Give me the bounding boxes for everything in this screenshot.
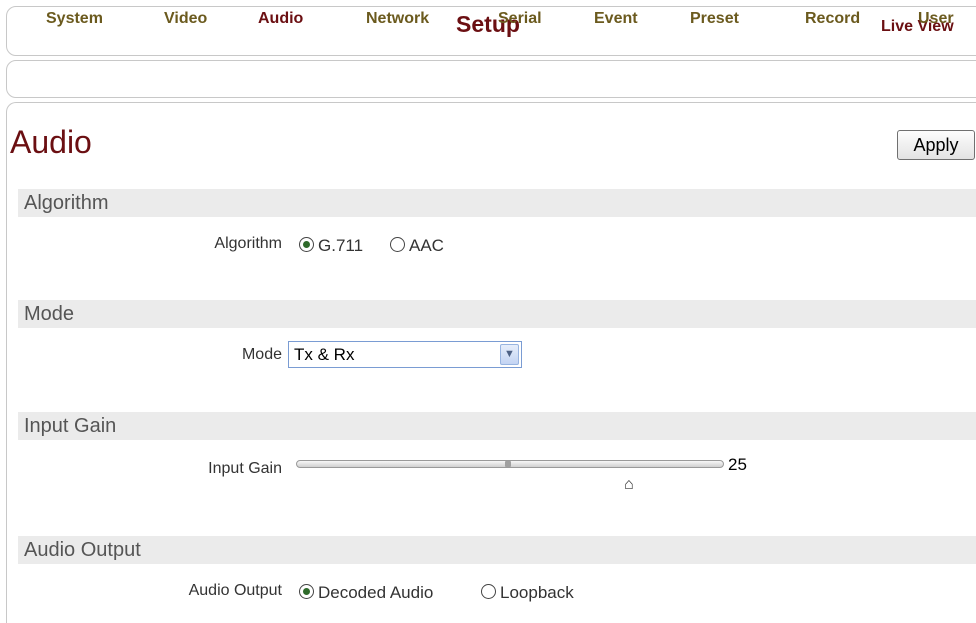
apply-button[interactable]: Apply [897,130,975,160]
radio-g711[interactable] [299,237,314,252]
page-title: Audio [10,124,92,160]
tab-serial[interactable]: Serial [498,10,542,28]
radio-loopback[interactable] [481,584,496,599]
section-audio-output-heading: Audio Output [18,536,976,564]
tab-audio[interactable]: Audio [258,10,303,28]
mode-label: Mode [241,346,282,363]
tab-video[interactable]: Video [164,10,207,28]
chevron-down-icon[interactable]: ▼ [500,344,519,365]
tab-record[interactable]: Record [805,10,860,28]
nav-bar [6,60,976,98]
audio-output-label: Audio Output [188,582,282,599]
radio-loopback-label: Loopback [500,583,574,602]
radio-decoded-audio[interactable] [299,584,314,599]
tab-network[interactable]: Network [366,10,429,28]
mode-select[interactable]: Tx & Rx ▼ [288,341,522,368]
tab-user[interactable]: User [918,10,954,28]
section-algorithm-heading: Algorithm [18,189,976,217]
tab-event[interactable]: Event [594,10,638,28]
input-gain-value: 25 [728,455,747,474]
radio-aac-label: AAC [409,236,444,255]
tab-system[interactable]: System [46,10,103,28]
radio-g711-label: G.711 [318,236,364,255]
section-mode-heading: Mode [18,300,976,328]
slider-center-notch [505,461,511,467]
algorithm-label: Algorithm [214,235,282,252]
slider-thumb-icon[interactable]: ⌂ [624,476,634,494]
section-input-gain-heading: Input Gain [18,412,976,440]
radio-aac[interactable] [390,237,405,252]
radio-decoded-audio-label: Decoded Audio [318,583,434,602]
input-gain-label: Input Gain [208,460,282,477]
mode-select-value: Tx & Rx [294,345,355,364]
tab-preset[interactable]: Preset [690,10,739,28]
